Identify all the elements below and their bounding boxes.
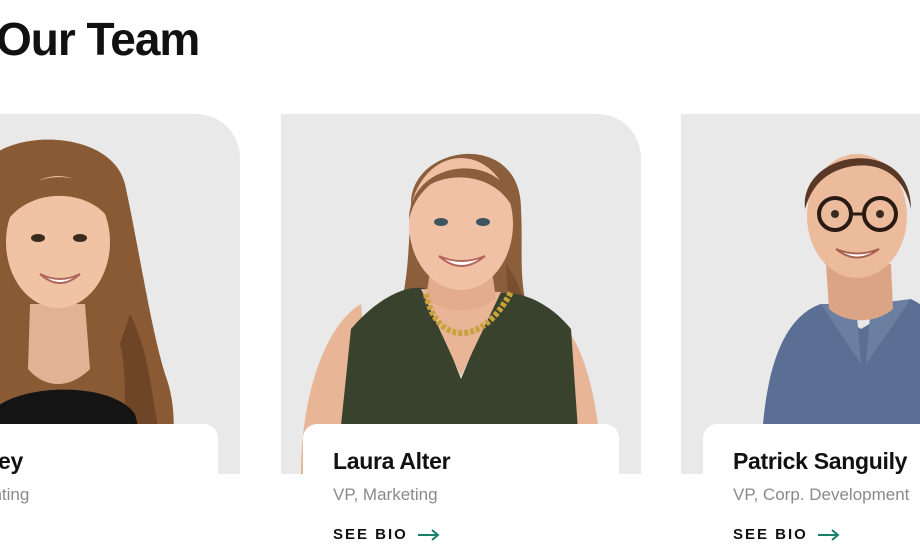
portrait-image [761, 154, 920, 474]
arrow-right-icon [417, 528, 440, 541]
team-card-info: a Spivey r, Accounting [0, 424, 218, 550]
team-member-name: a Spivey [0, 448, 23, 474]
team-card[interactable]: Laura Alter VP, Marketing SEE BIO [281, 114, 641, 550]
team-member-role: r, Accounting [0, 485, 30, 504]
team-card[interactable]: a Spivey r, Accounting [0, 114, 240, 550]
portrait-image [301, 153, 601, 474]
team-card-info: Patrick Sanguily VP, Corp. Development S… [703, 424, 920, 550]
team-card[interactable]: Patrick Sanguily VP, Corp. Development S… [681, 114, 920, 550]
see-bio-label: SEE BIO [333, 526, 408, 543]
team-member-name: Laura Alter [333, 448, 451, 474]
team-member-photo[interactable] [0, 114, 240, 474]
team-section: Our Team ey ting Laura Alter VP, Marketi… [0, 0, 920, 550]
portrait-image [0, 139, 175, 474]
team-card-info: Laura Alter VP, Marketing SEE BIO [303, 424, 619, 550]
team-member-photo[interactable] [281, 114, 641, 474]
see-bio-link[interactable]: SEE BIO [733, 526, 840, 543]
arrow-right-icon [817, 528, 840, 541]
team-member-role: VP, Corp. Development [733, 485, 910, 504]
section-title: Our Team [0, 13, 200, 65]
see-bio-label: SEE BIO [733, 526, 808, 543]
team-member-role: VP, Marketing [333, 485, 438, 504]
see-bio-link[interactable]: SEE BIO [333, 526, 440, 543]
team-member-photo[interactable] [681, 114, 920, 474]
team-member-name: Patrick Sanguily [733, 448, 908, 474]
